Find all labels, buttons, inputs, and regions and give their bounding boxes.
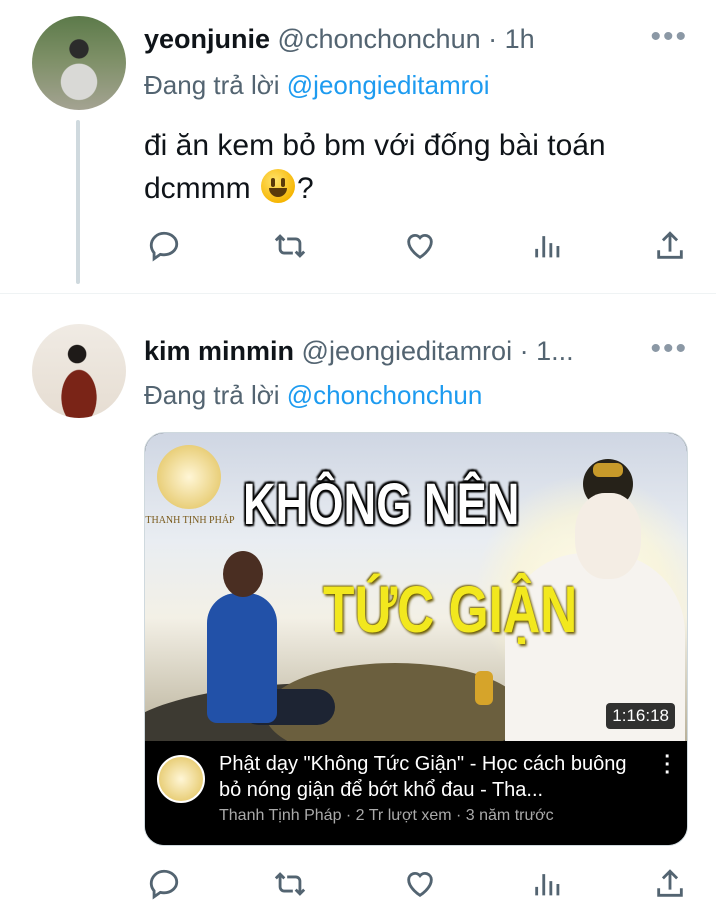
- tweet-actions: [144, 864, 690, 904]
- analytics-icon[interactable]: [528, 864, 568, 904]
- tweet-actions: [144, 226, 690, 266]
- thread-line: [76, 120, 80, 284]
- video-info-bar[interactable]: Phật dạy "Không Tức Giận" - Học cách buô…: [145, 741, 687, 845]
- mention-link[interactable]: @chonchonchun: [287, 380, 483, 410]
- logo-text: THANH TỊNH PHÁP: [145, 515, 235, 526]
- channel-avatar[interactable]: [157, 755, 205, 803]
- like-heart-icon[interactable]: [400, 864, 440, 904]
- video-menu-icon[interactable]: · · ·: [664, 747, 671, 783]
- tweet-header: kim minmin @jeongieditamroi · 1...: [144, 336, 574, 367]
- author-handle[interactable]: @chonchonchun: [278, 24, 481, 54]
- video-meta: Thanh Tịnh Pháp · 2 Tr lượt xem · 3 năm …: [219, 807, 554, 824]
- video-thumbnail[interactable]: THANH TỊNH PHÁP KHÔNG NÊN TỨC GIẬN 1:16:…: [145, 433, 687, 741]
- tweet-text-part: ?: [297, 172, 314, 205]
- video-card[interactable]: THANH TỊNH PHÁP KHÔNG NÊN TỨC GIẬN 1:16:…: [144, 432, 688, 846]
- retweet-icon[interactable]: [270, 864, 310, 904]
- video-duration: 1:16:18: [606, 703, 675, 729]
- tweet-text-part: đi ăn kem bỏ bm với đống bài toán dcmmm: [144, 129, 606, 205]
- avatar[interactable]: [32, 324, 126, 418]
- grinning-face-emoji-icon: [261, 169, 295, 203]
- retweet-icon[interactable]: [270, 226, 310, 266]
- share-icon[interactable]: [650, 226, 690, 266]
- mention-link[interactable]: @jeongieditamroi: [287, 70, 490, 100]
- author-name[interactable]: kim minmin: [144, 336, 294, 366]
- meditating-woman: [207, 593, 277, 723]
- tweet-header: yeonjunie @chonchonchun · 1h: [144, 24, 535, 55]
- more-options-icon[interactable]: •••: [650, 22, 688, 52]
- tweet-1[interactable]: yeonjunie @chonchonchun · 1h ••• Đang tr…: [0, 0, 716, 292]
- replying-to: Đang trả lời @jeongieditamroi: [144, 70, 490, 101]
- video-title[interactable]: Phật dạy "Không Tức Giận" - Học cách buô…: [219, 751, 639, 803]
- tweet-time[interactable]: · 1h: [488, 24, 535, 54]
- tweet-time[interactable]: · 1...: [520, 336, 574, 366]
- share-icon[interactable]: [650, 864, 690, 904]
- reply-icon[interactable]: [144, 226, 184, 266]
- thumbnail-title-line2: TỨC GIẬN: [323, 572, 578, 646]
- tweet-text: đi ăn kem bỏ bm với đống bài toán dcmmm …: [144, 124, 684, 210]
- channel-logo-icon: [157, 445, 221, 509]
- replying-prefix: Đang trả lời: [144, 380, 287, 410]
- author-handle[interactable]: @jeongieditamroi: [302, 336, 513, 366]
- reply-icon[interactable]: [144, 864, 184, 904]
- replying-prefix: Đang trả lời: [144, 70, 287, 100]
- analytics-icon[interactable]: [528, 226, 568, 266]
- more-options-icon[interactable]: •••: [650, 334, 688, 364]
- thumbnail-title-line1: KHÔNG NÊN: [243, 472, 520, 537]
- like-heart-icon[interactable]: [400, 226, 440, 266]
- replying-to: Đang trả lời @chonchonchun: [144, 380, 482, 411]
- avatar[interactable]: [32, 16, 126, 110]
- author-name[interactable]: yeonjunie: [144, 24, 270, 54]
